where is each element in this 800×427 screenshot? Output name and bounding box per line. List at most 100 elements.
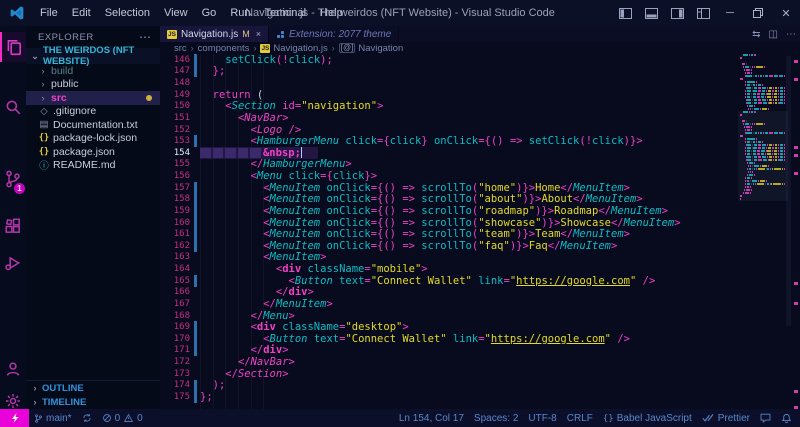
line-number: 161 [160,229,190,239]
status-crlf[interactable]: CRLF [562,409,598,427]
extensions-icon[interactable] [0,211,26,241]
minimap[interactable] [740,54,786,384]
minimap-token [747,96,750,98]
tree-item-package-json[interactable]: {}package.json [26,145,160,159]
tree-item-readme-md[interactable]: ⓘREADME.md [26,159,160,173]
more-actions-icon[interactable]: ⋯ [786,29,796,40]
close-tab-icon[interactable]: × [256,29,261,39]
tab-label: Extension: 2077 theme [289,29,391,40]
minimap-token [754,105,755,107]
tree-item--gitignore[interactable]: ◇.gitignore [26,105,160,119]
gutter [190,170,200,182]
customize-layout-icon[interactable] [690,0,716,26]
chevron-right-icon: › [30,397,40,407]
menu-file[interactable]: File [33,0,65,26]
minimap-line [740,63,786,65]
split-editor-icon[interactable]: ◫ [769,29,778,40]
explorer-more-actions-icon[interactable]: ⋯ [139,30,152,44]
menu-view[interactable]: View [157,0,195,26]
breadcrumb-item-navigation.js[interactable]: JSNavigation.js [260,43,327,54]
minimap-token [745,72,746,74]
code-token: onClick [326,193,370,205]
menu-run[interactable]: Run [223,0,257,26]
code-token: Menu [263,310,288,322]
status-spaces-2[interactable]: Spaces: 2 [469,409,523,427]
code-line-173: 173 </Section> [160,368,800,380]
notifications-bell-icon[interactable] [776,409,800,427]
code-token: )}> [516,228,535,240]
minimap-token [748,108,749,110]
code-token: </ [238,356,251,368]
tree-item-package-lock-json[interactable]: {}package-lock.json [26,132,160,146]
minimap-slider[interactable] [738,111,788,201]
tree-item-label: public [51,78,78,90]
accounts-icon[interactable] [0,354,26,384]
minimap-token [756,66,763,68]
outline-section[interactable]: › OUTLINE [26,381,160,395]
code-line-text: <div className="desktop"> [200,321,409,333]
code-token: )}> [535,205,554,217]
code-line-text: </HamburgerMenu> [200,158,352,170]
minimap-token [775,90,777,92]
code-line-149: 149 return ( [160,89,800,101]
tree-item-label: build [51,65,73,77]
title-bar: FileEditSelectionViewGoRunTerminalHelp N… [0,0,800,26]
source-control-icon[interactable]: 1 [0,164,26,194]
tree-item-documentation-txt[interactable]: ▤Documentation.txt [26,118,160,132]
tab-navigation-js[interactable]: JSNavigation.jsM× [160,26,269,42]
feedback-icon[interactable] [755,409,776,427]
problems-status[interactable]: 0 0 [97,409,148,427]
minimap-line [740,69,786,71]
explorer-icon[interactable] [0,32,26,62]
tree-item-public[interactable]: ›public [26,78,160,92]
search-icon[interactable] [0,92,26,122]
breadcrumb-item-src[interactable]: src [174,43,187,54]
code-token: scrollTo [421,217,472,229]
minimap-token [752,99,753,101]
tree-item-src[interactable]: ›src [26,91,160,105]
code-token: div [289,286,308,298]
status-prettier[interactable]: Prettier [697,409,755,427]
code-editor[interactable]: 146 setClick(!click);147 };148149 return… [160,54,800,409]
code-line-171: 171 </div> [160,345,800,357]
menu-go[interactable]: Go [195,0,224,26]
status-utf-8[interactable]: UTF-8 [523,409,561,427]
menu-edit[interactable]: Edit [65,0,98,26]
minimize-button[interactable]: ─ [716,0,744,26]
status-label: CRLF [567,413,593,424]
minimap-token [780,93,783,95]
sync-status[interactable] [77,409,97,427]
overview-ruler-mark [794,146,798,149]
status-babel-javascript[interactable]: {}Babel JavaScript [598,409,697,427]
open-changes-icon[interactable]: ⇆ [752,29,760,40]
minimap-token [740,75,744,77]
editor-scrollbar[interactable] [786,56,791,326]
status-ln-154-col-17[interactable]: Ln 154, Col 17 [394,409,469,427]
restore-button[interactable] [744,0,772,26]
remote-indicator[interactable] [0,409,29,427]
timeline-section[interactable]: › TIMELINE [26,395,160,409]
code-token: MenuItem [560,240,611,252]
minimap-line [740,54,786,56]
run-debug-icon[interactable] [0,248,26,278]
menu-selection[interactable]: Selection [98,0,157,26]
breadcrumb-item-components[interactable]: components [198,43,250,54]
tree-item-build[interactable]: ›build [26,64,160,78]
code-token: "desktop" [345,321,402,333]
close-window-button[interactable]: ✕ [772,0,800,26]
minimap-token [740,99,745,101]
breadcrumb-separator: › [191,43,194,53]
toggle-secondary-sidebar-icon[interactable] [664,0,690,26]
menu-help[interactable]: Help [313,0,350,26]
tab-extension-2077-theme[interactable]: Extension: 2077 theme [269,26,399,42]
workspace-section-header[interactable]: ⌄ THE WEIRDOS (NFT WEBSITE) [26,48,160,64]
minimap-token [758,102,762,104]
breadcrumb-item-navigation[interactable]: [@]Navigation [339,43,403,54]
minimap-line [740,78,786,80]
toggle-sidebar-icon[interactable] [612,0,638,26]
git-branch-status[interactable]: main* [29,409,77,427]
menu-terminal[interactable]: Terminal [258,0,314,26]
toggle-panel-icon[interactable] [638,0,664,26]
git-modified-gutter [194,228,197,240]
code-token: className [282,321,339,333]
